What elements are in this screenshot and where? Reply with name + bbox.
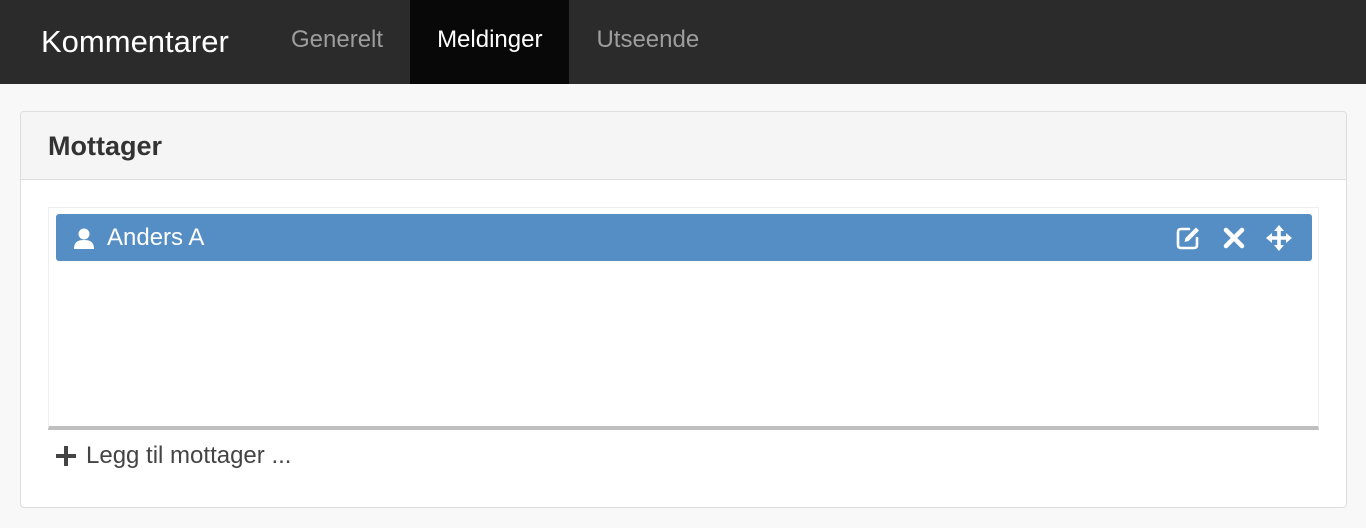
top-navbar: Kommentarer Generelt Meldinger Utseende (0, 0, 1366, 84)
user-icon (74, 228, 94, 249)
tab-utseende[interactable]: Utseende (569, 0, 726, 84)
recipient-item[interactable]: Anders A (56, 214, 1312, 261)
add-recipient-label: Legg til mottager ... (86, 442, 292, 469)
recipient-list: Anders A (48, 207, 1319, 430)
tab-meldinger[interactable]: Meldinger (410, 0, 570, 84)
panel-heading: Mottager (21, 112, 1346, 180)
plus-icon (56, 446, 76, 466)
recipients-panel: Mottager Anders A Legg til mottager ... (20, 111, 1347, 508)
panel-title: Mottager (48, 131, 162, 161)
recipient-name: Anders A (107, 224, 205, 251)
tab-generelt[interactable]: Generelt (264, 0, 410, 84)
brand-title[interactable]: Kommentarer (0, 0, 264, 84)
remove-icon[interactable] (1221, 225, 1247, 251)
add-recipient-link[interactable]: Legg til mottager ... (55, 440, 291, 472)
move-icon[interactable] (1266, 225, 1292, 251)
edit-icon[interactable] (1175, 225, 1201, 251)
